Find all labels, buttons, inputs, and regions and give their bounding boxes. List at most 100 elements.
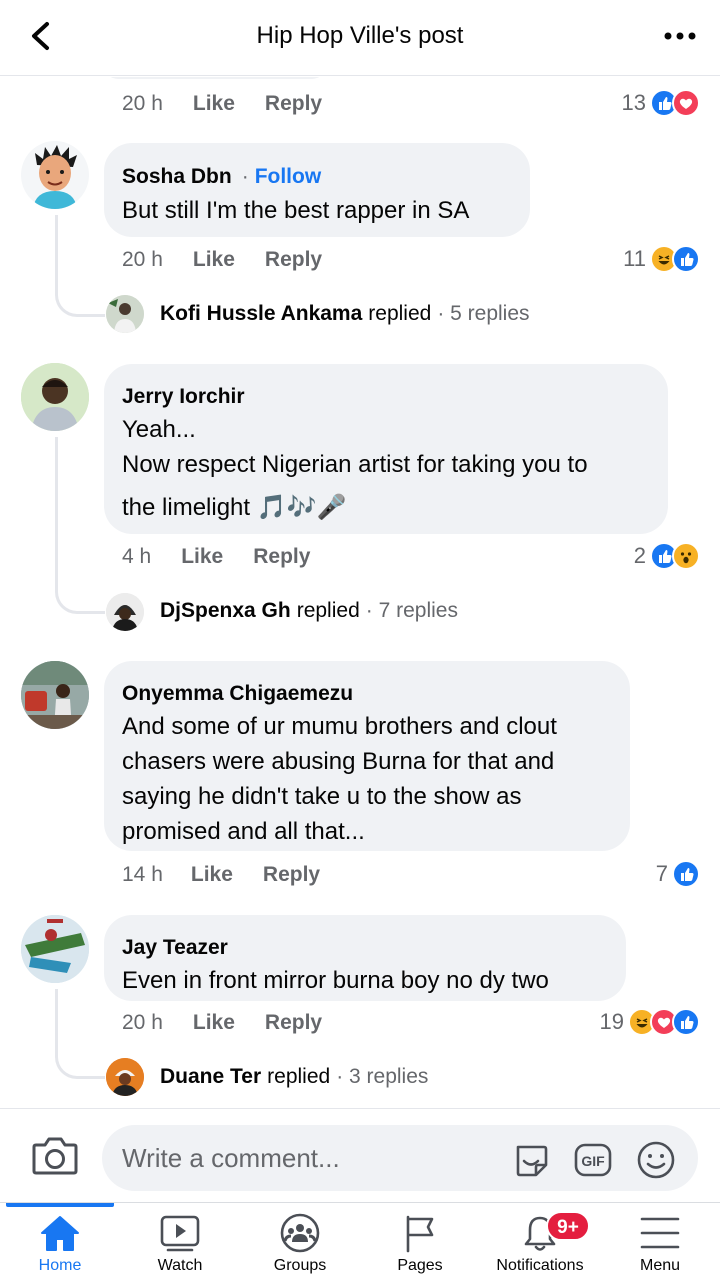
- comment-author[interactable]: Jerry Iorchir: [122, 385, 245, 409]
- reaction-count: 13: [621, 90, 646, 115]
- reaction-count: 11: [623, 246, 646, 271]
- sticker-icon: [516, 1145, 548, 1177]
- reply-avatar[interactable]: [106, 593, 144, 631]
- comment-bubble: Sosha Dbn · Follow But still I'm the bes…: [104, 143, 530, 237]
- comment-input[interactable]: [102, 1125, 502, 1191]
- more-options-button[interactable]: [660, 20, 700, 52]
- avatar[interactable]: [21, 661, 89, 729]
- like-button[interactable]: Like: [181, 545, 223, 569]
- comment-meta: 20 h Like Reply: [122, 245, 322, 275]
- comment-bubble: Jerry Iorchir Yeah... Now respect Nigeri…: [104, 364, 668, 534]
- chevron-left-icon: [32, 22, 49, 50]
- like-button[interactable]: Like: [193, 1011, 235, 1035]
- thread-line: [55, 437, 105, 614]
- like-button[interactable]: Like: [191, 863, 233, 887]
- replied-label: replied: [267, 1065, 331, 1088]
- camera-button[interactable]: [30, 1133, 80, 1179]
- nav-label: Groups: [273, 1257, 327, 1274]
- reply-button[interactable]: Reply: [253, 545, 310, 569]
- follow-button[interactable]: Follow: [255, 165, 322, 189]
- replied-label: replied: [296, 599, 360, 622]
- nav-label: Home: [38, 1257, 82, 1274]
- thread-line: [55, 989, 105, 1079]
- reaction-count: 7: [655, 861, 668, 886]
- reactions-summary[interactable]: 13: [622, 87, 700, 119]
- like-reaction-icon: [672, 860, 700, 888]
- reactions-summary[interactable]: 11: [623, 243, 700, 275]
- nav-label: Menu: [639, 1257, 681, 1274]
- emoji-icon: [637, 1141, 675, 1179]
- reactions-summary[interactable]: 19: [600, 1006, 700, 1038]
- home-icon: [41, 1216, 79, 1251]
- like-button[interactable]: Like: [193, 92, 235, 116]
- comment-text: Even in front mirror burna boy no dy two: [122, 967, 549, 994]
- comment-text-line: saying he didn't take u to the show as: [122, 783, 522, 810]
- replies-count: · 7 replies: [365, 599, 458, 622]
- watch-icon: [160, 1215, 200, 1252]
- comment-time: 4 h: [122, 545, 152, 568]
- view-replies-link[interactable]: Kofi Hussle Ankama replied · 5 replies: [160, 296, 530, 332]
- nav-watch[interactable]: Watch: [120, 1203, 240, 1280]
- comment-text-line: Now respect Nigerian artist for taking y…: [122, 451, 588, 478]
- like-reaction-icon: [672, 245, 700, 273]
- replied-label: replied: [368, 302, 432, 325]
- replier-name: Duane Ter: [160, 1065, 262, 1088]
- replies-count: · 5 replies: [437, 302, 530, 325]
- comment-time: 20 h: [122, 1011, 163, 1034]
- page-title: Hip Hop Ville's post: [256, 22, 464, 49]
- gif-label: GIF: [581, 1153, 605, 1169]
- nav-label: Notifications: [496, 1257, 584, 1274]
- comment-text-line: Yeah...: [122, 416, 196, 443]
- nav-menu[interactable]: Menu: [600, 1203, 720, 1280]
- comment-text: But still I'm the best rapper in SA: [122, 197, 470, 224]
- menu-icon: [640, 1217, 680, 1249]
- reaction-count: 2: [633, 543, 646, 568]
- reply-button[interactable]: Reply: [265, 248, 322, 272]
- bottom-navigation: Home Watch Groups Pages 9+ Notifications…: [0, 1202, 720, 1280]
- comment-time: 14 h: [122, 863, 163, 886]
- replier-name: Kofi Hussle Ankama: [160, 302, 363, 325]
- nav-pages[interactable]: Pages: [360, 1203, 480, 1280]
- reply-avatar[interactable]: [106, 1058, 144, 1096]
- comment-author[interactable]: Onyemma Chigaemezu: [122, 682, 353, 706]
- reply-button[interactable]: Reply: [265, 1011, 322, 1035]
- back-button[interactable]: [22, 16, 62, 56]
- like-reaction-icon: [672, 1008, 700, 1036]
- wow-reaction-icon: [672, 542, 700, 570]
- comment-meta: 14 h Like Reply: [122, 860, 320, 890]
- reactions-summary[interactable]: 2: [634, 540, 700, 572]
- comment-text-line: promised and all that...: [122, 818, 365, 845]
- comment-text-line: And some of ur mumu brothers and clout: [122, 713, 557, 740]
- nav-notifications[interactable]: 9+ Notifications: [480, 1203, 600, 1280]
- comment-author[interactable]: Sosha Dbn: [122, 165, 232, 189]
- comment-meta: 20 h Like Reply: [122, 1008, 322, 1038]
- comment-time: 20 h: [122, 248, 163, 271]
- comments-list: 20 h Like Reply 13 Sosha Dbn · Follow Bu…: [0, 77, 720, 1107]
- thread-line: [55, 215, 105, 317]
- avatar[interactable]: [21, 363, 89, 431]
- replies-count: · 3 replies: [336, 1065, 429, 1088]
- avatar[interactable]: [21, 141, 89, 209]
- like-button[interactable]: Like: [193, 248, 235, 272]
- nav-home[interactable]: Home: [0, 1203, 120, 1280]
- notification-badge: 9+: [546, 1211, 590, 1241]
- avatar[interactable]: [21, 915, 89, 983]
- comment-box: GIF: [102, 1125, 698, 1191]
- nav-label: Watch: [157, 1257, 203, 1274]
- view-replies-link[interactable]: DjSpenxa Gh replied · 7 replies: [160, 593, 458, 629]
- reply-button[interactable]: Reply: [265, 92, 322, 116]
- sticker-button[interactable]: [510, 1139, 552, 1181]
- nav-label: Pages: [397, 1257, 443, 1274]
- reactions-summary[interactable]: 7: [656, 858, 700, 890]
- gif-button[interactable]: GIF: [572, 1139, 614, 1181]
- top-bar: Hip Hop Ville's post: [0, 0, 720, 76]
- comment-author[interactable]: Jay Teazer: [122, 936, 228, 960]
- emoji-button[interactable]: [635, 1139, 677, 1181]
- groups-icon: [280, 1213, 320, 1253]
- view-replies-link[interactable]: Duane Ter replied · 3 replies: [160, 1059, 428, 1095]
- more-horizontal-icon: [664, 32, 696, 40]
- reply-avatar[interactable]: [106, 295, 144, 333]
- nav-groups[interactable]: Groups: [240, 1203, 360, 1280]
- reply-button[interactable]: Reply: [263, 863, 320, 887]
- comment-time: 20 h: [122, 92, 163, 115]
